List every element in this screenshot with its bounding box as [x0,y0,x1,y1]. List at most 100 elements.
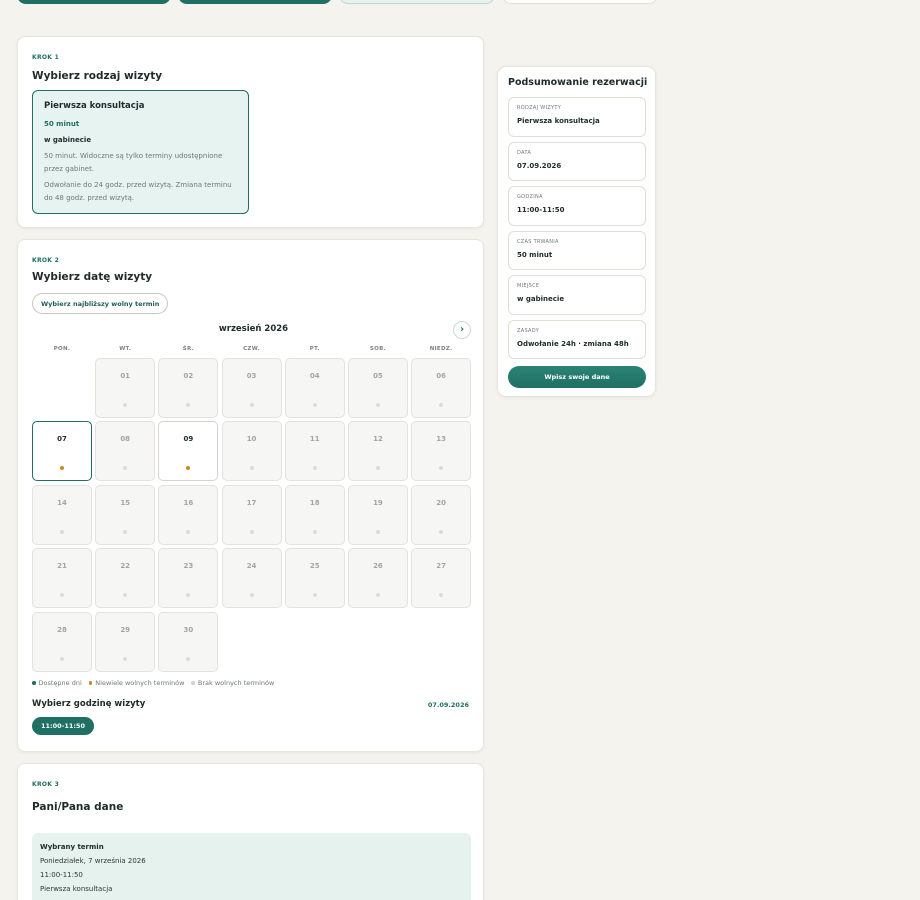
calendar-day-number: 10 [246,435,257,444]
top-tab-2[interactable] [178,0,332,4]
top-tab-4[interactable] [502,0,658,4]
calendar-day-02[interactable]: 02 [158,358,219,418]
availability-dot [439,529,444,534]
legend-item: Dostępne dni [32,679,82,687]
legend-label: Dostępne dni [38,679,82,687]
calendar-day-27[interactable]: 27 [411,548,472,609]
calendar-day-number: 15 [120,498,131,507]
calendar-day-number: 29 [120,625,131,634]
calendar-day-03[interactable]: 03 [221,358,282,418]
calendar-day-04[interactable]: 04 [284,358,345,418]
calendar-weekdays: PON. WT. ŚR. CZW. PT. SOB. NIEDZ. [32,346,471,352]
availability-dot [123,466,128,471]
weekday-label: SOB. [369,346,386,352]
calendar-day-number: 03 [246,372,257,380]
legend-dot [88,681,93,685]
calendar-day-09[interactable]: 09 [158,421,219,482]
summary-item-label: GODZINA [517,194,543,200]
calendar-day-23[interactable]: 23 [158,548,219,609]
availability-dot [249,403,254,407]
calendar-legend: Dostępne dni Niewiele wolnych terminów Bra… [32,679,274,687]
summary-item: RODZAJ WIZYTY Pierwsza konsultacja [508,97,646,137]
step2-label: KROK 2 [32,257,60,264]
calendar-day-24[interactable]: 24 [221,548,282,609]
availability-dot [123,529,128,534]
calendar-day-10[interactable]: 10 [221,421,282,482]
calendar-day-number: 23 [183,562,194,571]
calendar-day-number: 08 [120,435,131,444]
availability-dot [249,529,254,534]
calendar-day-number: 28 [57,625,67,634]
calendar-day-08[interactable]: 08 [95,421,156,482]
summary-items: RODZAJ WIZYTY Pierwsza konsultacja DATA 07.… [508,97,646,364]
calendar-day-number: 16 [183,498,194,507]
calendar-day-28[interactable]: 28 [32,611,92,672]
calendar-day-12[interactable]: 12 [347,421,408,482]
availability-dot [249,593,254,598]
chosen-term-title: Wybrany termin [40,843,104,851]
step2-title: Wybierz datę wizyty [32,271,153,283]
calendar-day-14[interactable]: 14 [32,484,92,545]
calendar-day-number: 01 [120,372,131,380]
calendar-day-number: 09 [183,435,194,444]
calendar-day-30[interactable]: 30 [158,611,219,672]
calendar-day-number: 07 [57,435,67,444]
chosen-term-box: Wybrany termin Poniedziałek, 7 września … [32,833,471,900]
calendar-day-18[interactable]: 18 [284,484,345,545]
legend-label: Brak wolnych terminów [197,679,275,687]
next-month-button[interactable]: › [453,321,471,339]
availability-dot [375,593,380,598]
reservation-summary: Podsumowanie rezerwacji RODZAJ WIZYTY Pie… [497,66,656,397]
calendar-day-21[interactable]: 21 [32,548,92,609]
step1-card: KROK 1 Wybierz rodzaj wizyty Pierwsza ko… [17,36,484,228]
calendar-day-17[interactable]: 17 [221,484,282,545]
top-tab-3[interactable] [339,0,495,4]
availability-dot [186,656,191,661]
calendar-day-19[interactable]: 19 [347,484,408,545]
calendar-day-22[interactable]: 22 [95,548,156,609]
calendar-day-29[interactable]: 29 [95,611,156,672]
calendar-day-06[interactable]: 06 [411,358,472,418]
calendar-day-number: 17 [246,498,257,507]
calendar-day-number: 11 [309,435,320,444]
legend-dot [191,681,195,685]
chosen-term-time: 11:00-11:50 [40,871,83,879]
calendar-day-25[interactable]: 25 [284,548,345,609]
calendar-day-05[interactable]: 05 [347,358,408,418]
nearest-slot-button[interactable]: Wybierz najbliższy wolny termin [32,293,169,314]
enter-details-button[interactable]: Wpisz swoje dane [508,366,646,388]
calendar-day-13[interactable]: 13 [411,421,472,482]
legend-dot [32,681,36,685]
visit-type-option[interactable]: Pierwsza konsultacja 50 minut w gabineci… [32,90,249,214]
availability-dot [439,593,444,598]
calendar-day-07[interactable]: 07 [32,421,92,482]
time-slot-button[interactable]: 11:00-11:50 [32,717,95,735]
summary-item: MIEJSCE w gabinecie [508,275,646,315]
calendar-day-01[interactable]: 01 [95,358,156,418]
calendar-day-15[interactable]: 15 [95,484,156,545]
calendar-day-number: 04 [309,372,320,380]
summary-item-value: 07.09.2026 [517,161,562,170]
availability-dot [312,593,317,598]
top-tab-1[interactable] [17,0,171,4]
visit-type-duration: 50 minut [44,120,80,128]
calendar-day-number: 25 [309,562,320,571]
summary-item-value: w gabinecie [517,295,565,303]
availability-dot [312,466,317,471]
summary-item-label: DATA [517,149,532,156]
summary-item-label: RODZAJ WIZYTY [517,105,562,111]
chosen-term-date: Poniedziałek, 7 września 2026 [40,857,146,865]
summary-item: GODZINA 11:00-11:50 [508,186,646,226]
step1-label: KROK 1 [32,54,60,61]
weekday-label: NIEDZ. [429,346,453,352]
step3-card: KROK 3 Pani/Pana dane Wybrany termin Pon… [17,763,484,900]
summary-item-label: MIEJSCE [517,283,540,289]
availability-dot [123,593,128,598]
calendar-day-20[interactable]: 20 [411,484,472,545]
calendar-day-26[interactable]: 26 [347,548,408,609]
calendar-day-number: 12 [373,435,383,444]
calendar-day-11[interactable]: 11 [284,421,345,482]
calendar-day-16[interactable]: 16 [158,484,219,545]
availability-dot [186,466,191,471]
summary-item: DATA 07.09.2026 [508,141,646,181]
